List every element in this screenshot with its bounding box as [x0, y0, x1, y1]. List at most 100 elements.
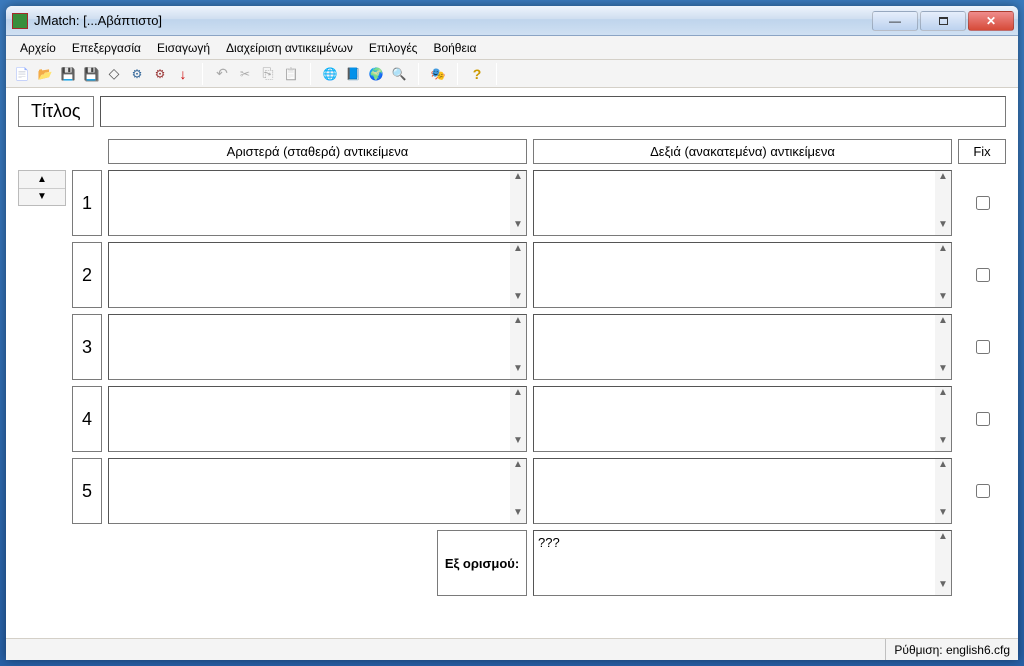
toolbar — [6, 60, 1018, 88]
window-controls: — ✕ — [872, 11, 1014, 31]
title-label: Τίτλος — [18, 96, 94, 127]
left-item-cell: ▲▼ — [108, 386, 527, 452]
spinner-down-button[interactable]: ▼ — [19, 189, 65, 206]
fix-checkbox[interactable] — [976, 412, 990, 426]
content-area: Τίτλος Αριστερά (σταθερά) αντικείμενα Δε… — [6, 88, 1018, 638]
right-item-input[interactable] — [534, 171, 935, 235]
cell-scrollbar[interactable]: ▲▼ — [935, 315, 951, 379]
copy-icon[interactable] — [258, 64, 278, 84]
statusbar: Ρύθμιση: english6.cfg — [6, 638, 1018, 660]
fix-checkbox[interactable] — [976, 196, 990, 210]
cell-scrollbar[interactable]: ▲▼ — [510, 243, 526, 307]
new-icon[interactable] — [12, 64, 32, 84]
open-icon[interactable] — [35, 64, 55, 84]
app-window: JMatch: [...Αβάπτιστο] — ✕ Αρχείο Επεξερ… — [6, 6, 1018, 660]
left-item-input[interactable] — [109, 243, 510, 307]
cell-scrollbar[interactable]: ▲▼ — [935, 459, 951, 523]
titlebar: JMatch: [...Αβάπτιστο] — ✕ — [6, 6, 1018, 36]
default-right-cell: ▲▼ — [533, 530, 952, 596]
cell-scrollbar[interactable]: ▲▼ — [510, 459, 526, 523]
save-icon[interactable] — [58, 64, 78, 84]
cell-scrollbar[interactable]: ▲▼ — [510, 315, 526, 379]
row-number: 5 — [72, 458, 102, 524]
erase-icon[interactable] — [104, 64, 124, 84]
fix-checkbox[interactable] — [976, 268, 990, 282]
menu-edit[interactable]: Επεξεργασία — [64, 38, 149, 58]
right-item-cell: ▲▼ — [533, 242, 952, 308]
left-column-header: Αριστερά (σταθερά) αντικείμενα — [108, 139, 527, 164]
left-item-cell: ▲▼ — [108, 170, 527, 236]
menu-manage-items[interactable]: Διαχείριση αντικειμένων — [218, 38, 361, 58]
left-item-input[interactable] — [109, 171, 510, 235]
grid-spacer — [72, 139, 102, 164]
default-label: Εξ ορισμού: — [437, 530, 527, 596]
help-icon[interactable] — [467, 64, 487, 84]
paste-icon[interactable] — [281, 64, 301, 84]
items-grid: Αριστερά (σταθερά) αντικείμενα Δεξιά (αν… — [18, 139, 1006, 596]
cut-icon[interactable] — [235, 64, 255, 84]
fix-cell — [958, 386, 1006, 452]
right-item-cell: ▲▼ — [533, 458, 952, 524]
fix-cell — [958, 170, 1006, 236]
row-spinner: ▲ ▼ — [18, 170, 66, 206]
minimize-button[interactable]: — — [872, 11, 918, 31]
left-item-cell: ▲▼ — [108, 458, 527, 524]
right-item-cell: ▲▼ — [533, 386, 952, 452]
fix-cell — [958, 458, 1006, 524]
fix-checkbox[interactable] — [976, 484, 990, 498]
preview-icon[interactable] — [389, 64, 409, 84]
row-number: 4 — [72, 386, 102, 452]
config-b-icon[interactable] — [150, 64, 170, 84]
export-v6-icon[interactable] — [366, 64, 386, 84]
menu-options[interactable]: Επιλογές — [361, 38, 426, 58]
cell-scrollbar[interactable]: ▲▼ — [935, 171, 951, 235]
move-down-icon[interactable] — [173, 64, 193, 84]
right-item-input[interactable] — [534, 387, 935, 451]
undo-icon[interactable] — [212, 64, 232, 84]
fix-column-header: Fix — [958, 139, 1006, 164]
right-item-input[interactable] — [534, 315, 935, 379]
menu-insert[interactable]: Εισαγωγή — [149, 38, 218, 58]
cell-scrollbar[interactable]: ▲▼ — [510, 171, 526, 235]
status-pane-left — [6, 639, 885, 660]
cell-scrollbar[interactable]: ▲▼ — [510, 387, 526, 451]
row-number: 1 — [72, 170, 102, 236]
left-item-input[interactable] — [109, 459, 510, 523]
maximize-button[interactable] — [920, 11, 966, 31]
app-icon — [12, 13, 28, 29]
row-number: 2 — [72, 242, 102, 308]
left-item-cell: ▲▼ — [108, 242, 527, 308]
cell-scrollbar[interactable]: ▲▼ — [935, 531, 951, 595]
menubar: Αρχείο Επεξεργασία Εισαγωγή Διαχείριση α… — [6, 36, 1018, 60]
config-a-icon[interactable] — [127, 64, 147, 84]
title-input[interactable] — [100, 96, 1006, 127]
fix-cell — [958, 314, 1006, 380]
menu-file[interactable]: Αρχείο — [12, 38, 64, 58]
right-item-cell: ▲▼ — [533, 170, 952, 236]
toolbar-separator — [496, 63, 497, 85]
fix-checkbox[interactable] — [976, 340, 990, 354]
save-all-icon[interactable] — [81, 64, 101, 84]
left-item-input[interactable] — [109, 315, 510, 379]
title-row: Τίτλος — [18, 96, 1006, 127]
status-config: Ρύθμιση: english6.cfg — [885, 639, 1018, 660]
cell-scrollbar[interactable]: ▲▼ — [935, 243, 951, 307]
close-button[interactable]: ✕ — [968, 11, 1014, 31]
right-column-header: Δεξιά (ανακατεμένα) αντικείμενα — [533, 139, 952, 164]
default-right-input[interactable] — [534, 531, 935, 595]
spinner-up-button[interactable]: ▲ — [19, 171, 65, 189]
export-scorm-icon[interactable] — [343, 64, 363, 84]
grid-spacer — [18, 139, 66, 164]
window-title: JMatch: [...Αβάπτιστο] — [34, 13, 872, 28]
right-item-input[interactable] — [534, 243, 935, 307]
export-web-icon[interactable] — [320, 64, 340, 84]
cell-scrollbar[interactable]: ▲▼ — [935, 387, 951, 451]
row-number: 3 — [72, 314, 102, 380]
toolbar-separator — [418, 63, 419, 85]
masher-icon[interactable] — [428, 64, 448, 84]
menu-help[interactable]: Βοήθεια — [425, 38, 484, 58]
toolbar-separator — [202, 63, 203, 85]
fix-cell — [958, 242, 1006, 308]
right-item-input[interactable] — [534, 459, 935, 523]
left-item-input[interactable] — [109, 387, 510, 451]
